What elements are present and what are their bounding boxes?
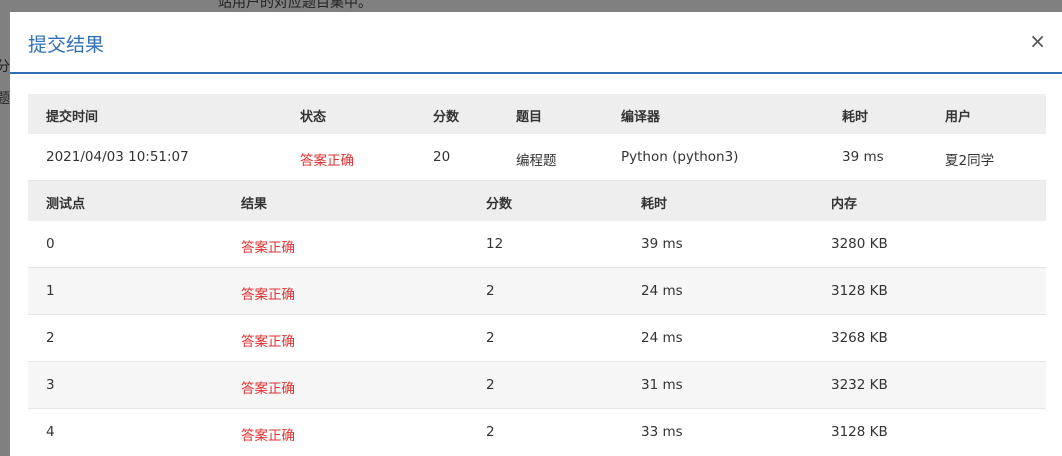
tests-header-row: 测试点 结果 分数 耗时 内存 — [28, 181, 1046, 221]
test-id: 1 — [46, 283, 55, 299]
test-time: 24 ms — [641, 330, 683, 346]
score-value: 20 — [433, 149, 451, 165]
submit-time: 2021/04/03 10:51:07 — [46, 149, 189, 165]
test-time: 33 ms — [641, 424, 683, 440]
test-time: 24 ms — [641, 283, 683, 299]
elapsed-time: 39 ms — [842, 149, 884, 165]
close-icon[interactable]: × — [1029, 29, 1046, 53]
test-id: 0 — [46, 236, 55, 252]
test-result: 答案正确 — [241, 334, 295, 350]
test-score: 2 — [486, 330, 495, 346]
test-memory: 3268 KB — [831, 330, 888, 346]
header-score: 分数 — [433, 110, 460, 125]
submission-result-modal: 提交结果 × 提交时间 状态 分数 题目 编译器 耗时 用户 2021/04/0… — [10, 12, 1062, 456]
test-score: 2 — [486, 377, 495, 393]
test-result: 答案正确 — [241, 240, 295, 256]
header-test-score: 分数 — [486, 197, 513, 212]
table-row: 1 答案正确 2 24 ms 3128 KB — [28, 268, 1046, 315]
header-memory: 内存 — [831, 197, 858, 212]
compiler-name: Python (python3) — [621, 149, 739, 165]
summary-header-row: 提交时间 状态 分数 题目 编译器 耗时 用户 — [28, 94, 1046, 134]
table-row: 0 答案正确 12 39 ms 3280 KB — [28, 221, 1046, 268]
header-problem: 题目 — [516, 110, 543, 125]
test-memory: 3232 KB — [831, 377, 888, 393]
background-text: 站用户的对应题目集中。 — [218, 0, 372, 11]
test-memory: 3128 KB — [831, 424, 888, 440]
test-memory: 3280 KB — [831, 236, 888, 252]
test-id: 4 — [46, 424, 55, 440]
summary-row: 2021/04/03 10:51:07 答案正确 20 编程题 Python (… — [28, 134, 1046, 181]
table-row: 3 答案正确 2 31 ms 3232 KB — [28, 362, 1046, 409]
test-memory: 3128 KB — [831, 283, 888, 299]
header-user: 用户 — [945, 110, 972, 125]
header-test-id: 测试点 — [46, 197, 86, 212]
background-side-text: 分 — [0, 59, 10, 75]
summary-table: 提交时间 状态 分数 题目 编译器 耗时 用户 2021/04/03 10:51… — [28, 94, 1046, 181]
status-badge: 答案正确 — [300, 153, 354, 169]
test-result: 答案正确 — [241, 381, 295, 397]
test-id: 2 — [46, 330, 55, 346]
problem-name: 编程题 — [516, 153, 557, 169]
test-points-table: 测试点 结果 分数 耗时 内存 0 答案正确 12 39 ms 3280 KB … — [28, 181, 1046, 456]
header-elapsed: 耗时 — [842, 110, 869, 125]
header-status: 状态 — [300, 110, 327, 125]
test-result: 答案正确 — [241, 287, 295, 303]
test-id: 3 — [46, 377, 55, 393]
table-row: 2 答案正确 2 24 ms 3268 KB — [28, 315, 1046, 362]
test-score: 12 — [486, 236, 504, 252]
test-result: 答案正确 — [241, 428, 295, 444]
user-name: 夏2同学 — [945, 153, 995, 169]
test-time: 31 ms — [641, 377, 683, 393]
modal-header: 提交结果 × — [10, 12, 1062, 74]
table-row: 4 答案正确 2 33 ms 3128 KB — [28, 409, 1046, 456]
header-result: 结果 — [241, 197, 268, 212]
header-compiler: 编译器 — [621, 110, 661, 125]
modal-title: 提交结果 — [28, 34, 105, 56]
test-time: 39 ms — [641, 236, 683, 252]
header-test-time: 耗时 — [641, 197, 668, 212]
header-submit-time: 提交时间 — [46, 110, 99, 125]
test-score: 2 — [486, 424, 495, 440]
test-score: 2 — [486, 283, 495, 299]
